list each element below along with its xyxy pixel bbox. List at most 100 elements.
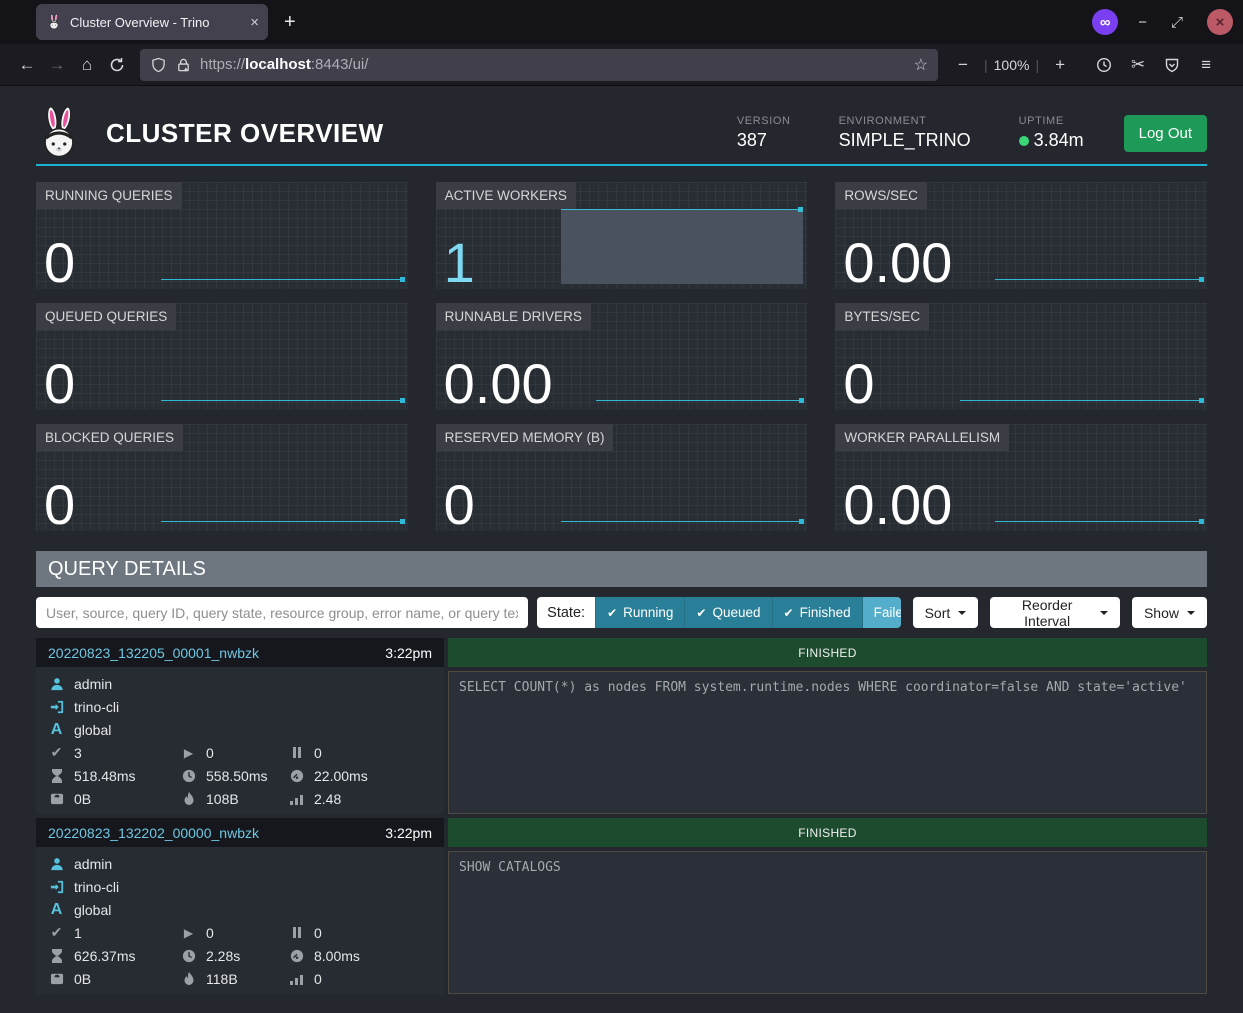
window-close-button[interactable]: × (1207, 9, 1233, 35)
query-source: trino-cli (74, 879, 119, 895)
stat-card-blocked-queries: BLOCKED QUERIES 0 (36, 424, 408, 531)
uptime-label: UPTIME (1019, 115, 1084, 127)
check-icon (607, 605, 617, 620)
filter-failed-dropdown[interactable]: Failed (862, 597, 901, 628)
query-time: 3:22pm (385, 825, 432, 841)
sparkline (161, 279, 404, 280)
caret-down-icon (958, 611, 966, 615)
query-id-cell: 20220823_132202_00000_nwbzk 3:22pm (36, 818, 444, 847)
query-id-link[interactable]: 20220823_132202_00000_nwbzk (48, 825, 259, 841)
check-icon (696, 605, 706, 620)
trino-favicon-bunny-icon (45, 14, 62, 30)
stat-card-running-queries: RUNNING QUERIES 0 (36, 182, 408, 289)
stat-label: ROWS/SEC (835, 182, 927, 209)
stat-label: BYTES/SEC (835, 303, 929, 330)
stat-card-active-workers: ACTIVE WORKERS 1 (436, 182, 808, 289)
version-block: VERSION 387 (737, 115, 791, 151)
bar-chart-icon (288, 973, 305, 985)
query-search-input[interactable] (36, 597, 528, 628)
zoom-in-button[interactable]: + (1045, 55, 1075, 75)
url-text[interactable]: https://localhost:8443/ui/ (200, 56, 906, 73)
running-play-icon (180, 746, 197, 760)
filter-queued-button[interactable]: Queued (684, 597, 771, 628)
completed-check-icon (48, 924, 65, 941)
private-browsing-icon: ∞ (1092, 9, 1118, 35)
window-minimize-button[interactable]: − (1138, 14, 1147, 31)
zoom-level[interactable]: 100% (994, 57, 1030, 73)
stat-label: RESERVED MEMORY (B) (436, 424, 614, 451)
stat-card-rows-sec: ROWS/SEC 0.00 (835, 182, 1207, 289)
sort-dropdown[interactable]: Sort (913, 597, 979, 628)
query-info-panel: admin trino-cli Aglobal 1 0 0 626.37ms 2… (36, 847, 444, 994)
query-resource-group: global (74, 902, 111, 918)
query-user: admin (74, 856, 112, 872)
uptime-block: UPTIME 3.84m (1019, 115, 1084, 151)
query-sql-text: SELECT COUNT(*) as nodes FROM system.run… (448, 671, 1207, 814)
gauge-icon (288, 949, 305, 963)
sparkline (161, 521, 404, 522)
zoom-out-button[interactable]: − (948, 55, 978, 75)
stat-value: 0.00 (444, 356, 553, 412)
query-list: 20220823_132205_00001_nwbzk 3:22pm FINIS… (36, 638, 1207, 994)
logout-button[interactable]: Log Out (1124, 115, 1207, 152)
menu-hamburger-icon[interactable]: ≡ (1191, 55, 1221, 75)
stat-value: 0.00 (843, 235, 952, 291)
filter-running-button[interactable]: Running (595, 597, 684, 628)
reload-button[interactable] (102, 55, 132, 75)
stat-value: 1 (444, 235, 475, 291)
query-user: admin (74, 676, 112, 692)
completed-check-icon (48, 744, 65, 761)
hourglass-icon (48, 949, 65, 963)
tab-close-icon[interactable]: × (250, 14, 259, 31)
uptime-status-dot (1019, 136, 1029, 146)
header-divider (36, 164, 1207, 166)
gauge-icon (288, 769, 305, 783)
forward-button[interactable]: → (42, 55, 72, 75)
scale-icon (48, 792, 65, 805)
bookmark-star-icon[interactable]: ☆ (914, 55, 928, 75)
scale-icon (48, 972, 65, 985)
stat-label: QUEUED QUERIES (36, 303, 176, 330)
home-button[interactable]: ⌂ (72, 55, 102, 75)
lock-warning-icon[interactable] (175, 57, 192, 73)
caret-down-icon (1187, 611, 1195, 615)
source-login-icon (48, 700, 65, 714)
query-id-link[interactable]: 20220823_132205_00001_nwbzk (48, 645, 259, 661)
uptime-value: 3.84m (1034, 130, 1084, 151)
environment-label: ENVIRONMENT (839, 115, 971, 127)
stat-card-worker-parallelism: WORKER PARALLELISM 0.00 (835, 424, 1207, 531)
history-clock-icon[interactable] (1089, 55, 1119, 75)
bar-chart-icon (288, 793, 305, 805)
stat-value: 0 (843, 356, 874, 412)
query-status-badge: FINISHED (448, 818, 1207, 847)
sparkline (995, 279, 1203, 280)
screenshot-scissors-icon[interactable]: ✂ (1123, 55, 1153, 75)
fire-icon (180, 792, 197, 806)
new-tab-button[interactable]: + (284, 11, 296, 34)
stat-value: 0 (44, 356, 75, 412)
query-row: 20220823_132202_00000_nwbzk 3:22pm FINIS… (36, 818, 1207, 994)
browser-titlebar: Cluster Overview - Trino × + ∞ − ⤢ × (0, 0, 1243, 44)
sparkline (161, 400, 404, 401)
version-value: 387 (737, 130, 791, 151)
show-dropdown[interactable]: Show (1132, 597, 1207, 628)
stat-value: 0 (44, 235, 75, 291)
user-icon (48, 677, 65, 691)
stat-card-runnable-drivers: RUNNABLE DRIVERS 0.00 (436, 303, 808, 410)
query-source: trino-cli (74, 699, 119, 715)
stat-card-queued-queries: QUEUED QUERIES 0 (36, 303, 408, 410)
reorder-interval-dropdown[interactable]: Reorder Interval (990, 597, 1120, 628)
pocket-shield-icon[interactable] (1157, 55, 1187, 75)
query-time: 3:22pm (385, 645, 432, 661)
tracking-shield-icon[interactable] (150, 57, 167, 73)
back-button[interactable]: ← (12, 55, 42, 75)
browser-tab[interactable]: Cluster Overview - Trino × (36, 4, 268, 40)
window-maximize-button[interactable]: ⤢ (1171, 14, 1183, 31)
url-bar[interactable]: https://localhost:8443/ui/ ☆ (140, 49, 938, 81)
running-play-icon (180, 926, 197, 940)
page-title: CLUSTER OVERVIEW (106, 118, 384, 149)
filter-finished-button[interactable]: Finished (772, 597, 862, 628)
query-status-badge: FINISHED (448, 638, 1207, 667)
query-details-header: QUERY DETAILS (36, 551, 1207, 587)
sparkline-area (561, 209, 804, 284)
